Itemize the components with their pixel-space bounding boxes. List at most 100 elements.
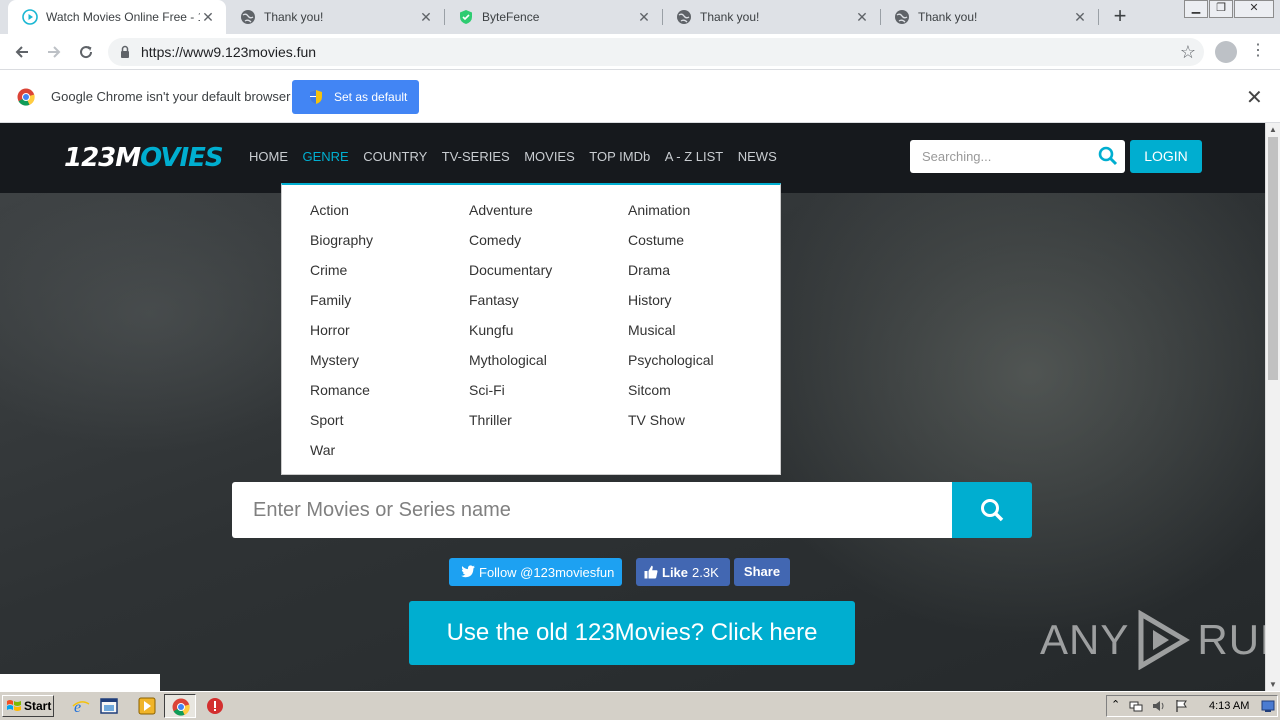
genre-adventure[interactable]: Adventure (469, 202, 533, 218)
arrow-right-icon (48, 46, 61, 58)
infobar-message: Google Chrome isn't your default browser (51, 89, 291, 104)
nav-country[interactable]: COUNTRY (363, 149, 427, 164)
stop-sign-icon[interactable] (206, 697, 224, 715)
volume-icon[interactable] (1152, 699, 1166, 713)
scroll-up-arrow-icon[interactable]: ▲ (1269, 125, 1277, 134)
facebook-like-button[interactable]: Like 2.3K (636, 558, 730, 586)
tab-title: Thank you! (918, 10, 978, 24)
restore-button[interactable]: ❐ (1209, 0, 1233, 18)
file-explorer-icon[interactable] (100, 697, 118, 715)
taskbar-clock[interactable]: 4:13 AM (1209, 700, 1249, 712)
tab-bytefence[interactable]: ByteFence ✕ (444, 0, 662, 34)
address-bar[interactable]: https://www9.123movies.fun ☆ (108, 38, 1204, 66)
close-icon[interactable]: ✕ (418, 9, 434, 26)
page-scrollbar[interactable]: ▲ ▼ (1265, 123, 1280, 691)
tray-expand-icon[interactable]: ⌃ (1111, 698, 1120, 711)
nav-top-imdb[interactable]: TOP IMDb (589, 149, 650, 164)
taskbar-chrome-button[interactable] (164, 694, 196, 718)
infobar-close-icon[interactable]: ✕ (1246, 85, 1263, 110)
genre-musical[interactable]: Musical (628, 322, 675, 338)
bookmark-star-icon[interactable]: ☆ (1180, 42, 1196, 63)
play-triangle-icon (1138, 610, 1191, 670)
tab-thank-you-1[interactable]: Thank you! ✕ (226, 0, 444, 34)
internet-explorer-icon[interactable]: e (72, 697, 90, 715)
media-player-icon[interactable] (138, 697, 156, 715)
scroll-down-arrow-icon[interactable]: ▼ (1269, 680, 1277, 689)
set-as-default-label: Set as default (334, 90, 408, 104)
scrollbar-thumb[interactable] (1268, 137, 1278, 380)
genre-kungfu[interactable]: Kungfu (469, 322, 513, 338)
movie-search-button[interactable] (952, 482, 1032, 538)
close-icon[interactable]: ✕ (200, 9, 216, 26)
genre-biography[interactable]: Biography (310, 232, 373, 248)
nav-tv-series[interactable]: TV-SERIES (442, 149, 510, 164)
site-logo[interactable]: 123MOVIES (64, 143, 224, 173)
genre-mystery[interactable]: Mystery (310, 352, 359, 368)
genre-fantasy[interactable]: Fantasy (469, 292, 519, 308)
genre-history[interactable]: History (628, 292, 672, 308)
reload-button[interactable] (74, 40, 98, 64)
arrow-left-icon (15, 46, 28, 58)
genre-animation[interactable]: Animation (628, 202, 690, 218)
minimize-button[interactable]: ▁ (1184, 0, 1208, 18)
genre-psychological[interactable]: Psychological (628, 352, 714, 368)
header-search-placeholder: Searching... (922, 149, 992, 164)
twitter-follow-button[interactable]: Follow @123moviesfun (449, 558, 622, 586)
tab-123movies[interactable]: Watch Movies Online Free - 123Movies ✕ (8, 0, 226, 34)
genre-sport[interactable]: Sport (310, 412, 343, 428)
tab-thank-you-2[interactable]: Thank you! ✕ (662, 0, 880, 34)
main-nav: HOME GENRE COUNTRY TV-SERIES MOVIES TOP … (249, 149, 791, 164)
genre-documentary[interactable]: Documentary (469, 262, 552, 278)
genre-horror[interactable]: Horror (310, 322, 350, 338)
genre-family[interactable]: Family (310, 292, 351, 308)
nav-a-z-list[interactable]: A - Z LIST (665, 149, 724, 164)
genre-sitcom[interactable]: Sitcom (628, 382, 671, 398)
watermark-left-text: ANY (1040, 616, 1130, 663)
show-desktop-icon[interactable] (1261, 699, 1275, 713)
search-icon (981, 499, 1004, 522)
close-icon[interactable]: ✕ (854, 9, 870, 26)
close-icon[interactable]: ✕ (636, 9, 652, 26)
action-center-flag-icon[interactable] (1175, 699, 1189, 713)
logo-text: 123M (64, 143, 141, 173)
genre-mythological[interactable]: Mythological (469, 352, 547, 368)
tab-thank-you-3[interactable]: Thank you! ✕ (880, 0, 1098, 34)
close-icon[interactable]: ✕ (1072, 9, 1088, 26)
nav-home[interactable]: HOME (249, 149, 288, 164)
logo-accent-text: OVIES (140, 143, 223, 173)
nav-movies[interactable]: MOVIES (524, 149, 575, 164)
new-tab-button[interactable]: + (1108, 5, 1132, 29)
menu-kebab-icon[interactable]: ⋮ (1250, 41, 1266, 61)
globe-icon (677, 10, 691, 24)
system-tray: ⌃ 4:13 AM (1106, 695, 1278, 717)
tab-strip: Watch Movies Online Free - 123Movies ✕ T… (0, 0, 1280, 34)
network-icon[interactable] (1129, 699, 1143, 713)
facebook-share-button[interactable]: Share (734, 558, 790, 586)
nav-news[interactable]: NEWS (738, 149, 777, 164)
watermark-right-text: RUN (1197, 616, 1265, 663)
genre-costume[interactable]: Costume (628, 232, 684, 248)
genre-tv-show[interactable]: TV Show (628, 412, 685, 428)
genre-sci-fi[interactable]: Sci-Fi (469, 382, 505, 398)
header-search-input[interactable]: Searching... (910, 140, 1125, 173)
tab-title: Thank you! (264, 10, 324, 24)
set-as-default-button[interactable]: Set as default (292, 80, 419, 114)
close-window-button[interactable]: ✕ (1234, 0, 1274, 18)
genre-drama[interactable]: Drama (628, 262, 670, 278)
login-button[interactable]: LOGIN (1130, 140, 1202, 173)
movie-search-input[interactable]: Enter Movies or Series name (232, 482, 952, 538)
start-button[interactable]: Start (2, 695, 54, 717)
genre-war[interactable]: War (310, 442, 335, 458)
search-icon[interactable] (1098, 146, 1118, 166)
forward-button[interactable] (42, 40, 66, 64)
windows-flag-icon (7, 700, 21, 711)
profile-avatar[interactable] (1215, 41, 1237, 63)
old-site-button[interactable]: Use the old 123Movies? Click here (409, 601, 855, 665)
genre-comedy[interactable]: Comedy (469, 232, 521, 248)
genre-action[interactable]: Action (310, 202, 349, 218)
back-button[interactable] (10, 40, 34, 64)
genre-thriller[interactable]: Thriller (469, 412, 512, 428)
nav-genre[interactable]: GENRE (303, 149, 349, 164)
genre-romance[interactable]: Romance (310, 382, 370, 398)
genre-crime[interactable]: Crime (310, 262, 347, 278)
